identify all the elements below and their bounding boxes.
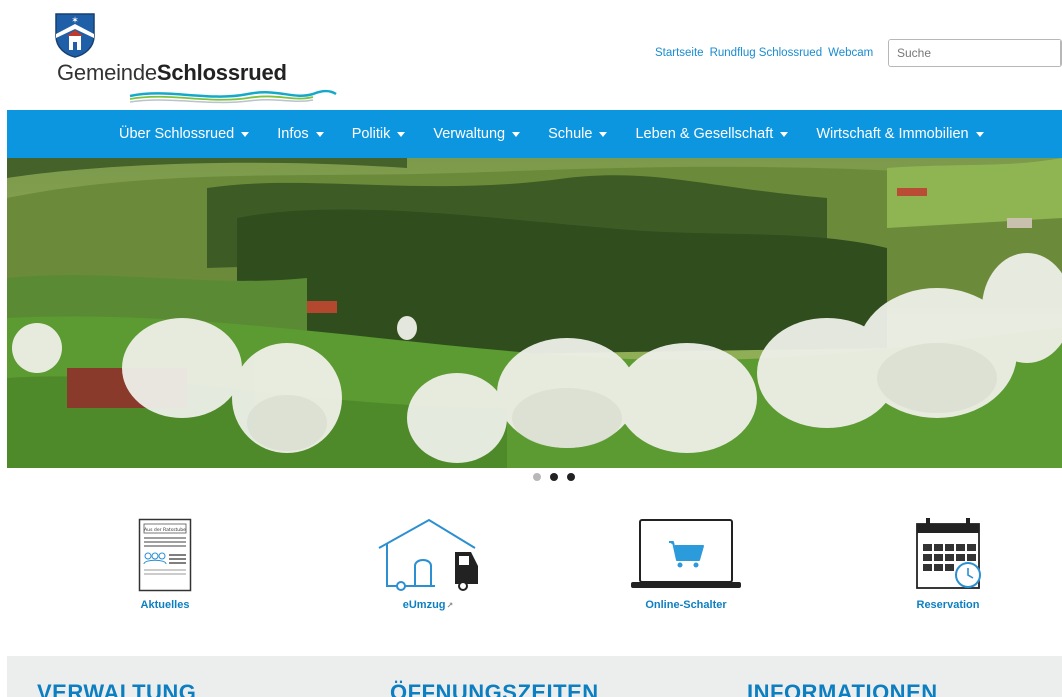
- nav-item-label: Schule: [548, 126, 593, 142]
- nav-item-label: Wirtschaft & Immobilien: [816, 126, 969, 142]
- top-links: Startseite Rundflug Schlossrued Webcam: [655, 47, 873, 59]
- caret-down-icon: [780, 131, 789, 137]
- search-input[interactable]: [889, 40, 1060, 66]
- caret-down-icon: [512, 131, 521, 137]
- caret-down-icon: [315, 131, 324, 137]
- landscape-photo: [7, 158, 1062, 468]
- footer-heading-informationen: INFORMATIONEN: [747, 680, 938, 697]
- nav-item-label: Infos: [277, 126, 309, 142]
- top-link-webcam[interactable]: Webcam: [828, 47, 873, 59]
- site-header: ✶ GemeindeSchlossrued Startseite Rundflu…: [0, 0, 1062, 110]
- nav-item-verwaltung[interactable]: Verwaltung: [433, 126, 521, 142]
- quicklink-eumzug-label: eUmzug↗: [373, 599, 483, 611]
- footer-section: VERWALTUNG ÖFFNUNGSZEITEN INFORMATIONEN: [7, 656, 1062, 697]
- calendar-clock-icon: [916, 518, 981, 589]
- municipal-crest-icon[interactable]: ✶: [54, 12, 96, 58]
- top-link-startseite[interactable]: Startseite: [655, 47, 704, 59]
- caret-down-icon: [241, 131, 250, 137]
- search-box: [888, 39, 1062, 67]
- main-navigation: Über Schlossrued Infos Politik Verwaltun…: [7, 110, 1062, 158]
- quicklink-eumzug[interactable]: eUmzug↗: [373, 518, 483, 611]
- quicklink-aktuelles-label: Aktuelles: [140, 599, 190, 611]
- carousel-dot-2[interactable]: [550, 473, 558, 481]
- quicklink-reservation[interactable]: Reservation: [910, 518, 986, 611]
- footer-heading-verwaltung: VERWALTUNG: [37, 680, 197, 697]
- laptop-cart-icon: [631, 519, 741, 588]
- hero-carousel-image[interactable]: [7, 158, 1062, 468]
- carousel-dot-3[interactable]: [567, 473, 575, 481]
- carousel-dot-1[interactable]: [533, 473, 541, 481]
- carousel-indicators: [533, 473, 575, 481]
- newspaper-icon: Aus der Ratsstube: [138, 518, 192, 592]
- nav-item-wirtschaft-immobilien[interactable]: Wirtschaft & Immobilien: [816, 126, 984, 142]
- quicklink-online-schalter-label: Online-Schalter: [645, 599, 727, 611]
- svg-text:✶: ✶: [71, 16, 79, 26]
- nav-item-label: Leben & Gesellschaft: [635, 126, 774, 142]
- nav-item-label: Über Schlossrued: [119, 126, 235, 142]
- caret-down-icon: [397, 131, 406, 137]
- nav-item-infos[interactable]: Infos: [277, 126, 324, 142]
- nav-item-ueber-schlossrued[interactable]: Über Schlossrued: [119, 126, 250, 142]
- quicklink-online-schalter[interactable]: Online-Schalter: [628, 518, 744, 611]
- quicklink-reservation-label: Reservation: [916, 599, 980, 611]
- nav-item-label: Politik: [351, 126, 391, 142]
- quicklink-eumzug-text: eUmzug: [402, 599, 446, 611]
- moving-house-icon: [378, 518, 478, 591]
- logo-wave-icon: [129, 89, 337, 104]
- nav-item-leben-gesellschaft[interactable]: Leben & Gesellschaft: [635, 126, 789, 142]
- nav-item-politik[interactable]: Politik: [352, 126, 406, 142]
- nav-item-schule[interactable]: Schule: [548, 126, 608, 142]
- caret-down-icon: [975, 131, 984, 137]
- newspaper-card-heading: Aus der Ratsstube: [144, 527, 186, 533]
- external-link-icon: ↗: [446, 601, 454, 610]
- top-link-rundflug[interactable]: Rundflug Schlossrued: [710, 47, 823, 59]
- caret-down-icon: [599, 131, 608, 137]
- footer-heading-oeffnungszeiten: ÖFFNUNGSZEITEN: [390, 680, 599, 697]
- quicklink-aktuelles[interactable]: Aus der Ratsstube Aktuelles: [130, 518, 200, 611]
- nav-item-label: Verwaltung: [433, 126, 506, 142]
